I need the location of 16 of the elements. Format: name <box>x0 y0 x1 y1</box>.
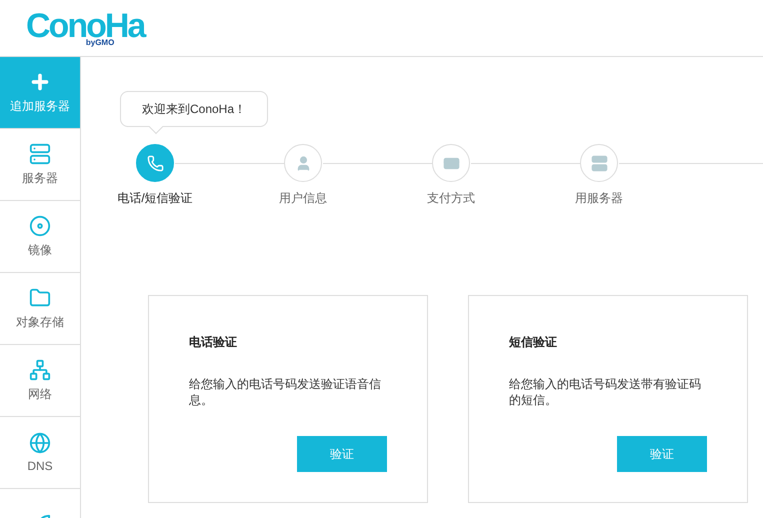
card-description: 给您输入的电话号码发送验证语音信息。 <box>189 376 382 409</box>
server-icon <box>29 142 51 164</box>
card-title: 短信验证 <box>509 334 558 351</box>
phone-icon <box>146 154 164 172</box>
card-description: 给您输入的电话号码发送带有验证码的短信。 <box>509 376 702 409</box>
step-label: 用服务器 <box>575 190 623 207</box>
server-icon <box>590 154 608 172</box>
folder-icon <box>29 286 51 308</box>
step-label: 支付方式 <box>427 190 475 207</box>
disc-icon <box>29 214 51 236</box>
card-title: 电话验证 <box>189 334 238 351</box>
step-label: 电话/短信验证 <box>117 190 193 207</box>
step-label: 用户信息 <box>279 190 327 207</box>
globe-icon <box>29 432 51 454</box>
welcome-tooltip: 欢迎来到ConoHa！ <box>120 91 268 134</box>
network-icon <box>29 358 51 380</box>
